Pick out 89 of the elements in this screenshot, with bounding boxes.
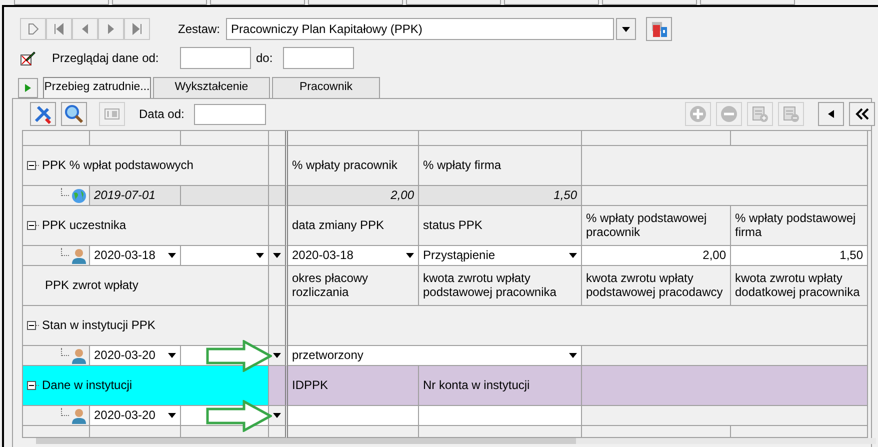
- search-icon: [64, 104, 84, 124]
- date-from-label: Data od:: [139, 106, 184, 123]
- date-filter-label: Przeglądaj dane od:: [52, 50, 160, 67]
- collapse-icon[interactable]: [27, 381, 40, 390]
- scroll-left-button[interactable]: [818, 102, 844, 126]
- tools-icon: [33, 104, 53, 124]
- dropdown-field[interactable]: Przystąpienie: [419, 246, 582, 266]
- caret-icon: [168, 353, 176, 358]
- new-record-button[interactable]: [20, 18, 46, 40]
- edit-filter-icon[interactable]: [20, 50, 36, 66]
- empty-cell: [269, 131, 288, 146]
- remove-button[interactable]: [716, 102, 742, 126]
- node-label: PPK % wpłat podstawowych: [42, 158, 194, 172]
- caret-icon[interactable]: [273, 353, 281, 358]
- skip-back-icon: [53, 23, 65, 35]
- previous-record-button[interactable]: [72, 18, 98, 40]
- person-icon: [71, 408, 87, 424]
- tab[interactable]: Wykształcenie: [153, 77, 270, 98]
- dropdown-field[interactable]: przetworzony: [288, 346, 582, 366]
- dropdown-field[interactable]: 2020-03-18: [288, 246, 419, 266]
- caret-icon: [569, 353, 577, 358]
- empty-cell: [269, 186, 288, 206]
- person-icon: [71, 248, 87, 264]
- table-cell: 1,50: [419, 186, 582, 206]
- search-button[interactable]: [61, 102, 87, 126]
- caret-icon: [622, 26, 630, 32]
- caret-icon: [168, 413, 176, 418]
- node-label: Stan w instytucji PPK: [42, 318, 156, 332]
- collapse-icon[interactable]: [27, 221, 40, 230]
- node-label: PPK zwrot wpłaty: [45, 278, 138, 292]
- collapse-icon[interactable]: [27, 321, 40, 330]
- add-button[interactable]: [685, 102, 711, 126]
- document-minus-icon: [782, 105, 800, 123]
- node-label: PPK uczestnika: [42, 218, 126, 232]
- last-record-button[interactable]: [124, 18, 150, 40]
- first-record-button[interactable]: [46, 18, 72, 40]
- caret-icon: [168, 253, 176, 258]
- tree-node[interactable]: PPK zwrot wpłaty: [23, 266, 269, 306]
- plus-circle-icon: [689, 105, 707, 123]
- caret-icon: [256, 253, 264, 258]
- play-icon: [25, 84, 31, 92]
- next-record-button[interactable]: [98, 18, 124, 40]
- triangle-left-icon: [828, 110, 834, 118]
- column-header: IDPPK: [288, 366, 419, 406]
- number-field[interactable]: 1,50: [731, 246, 868, 266]
- dropdown-button[interactable]: [616, 18, 636, 40]
- number-field[interactable]: 2,00: [582, 246, 731, 266]
- column-header: kwota zwrotu wpłaty podstawowej pracownika: [419, 266, 582, 306]
- expand-panel-button[interactable]: [18, 78, 38, 98]
- date-to-label: do:: [256, 50, 273, 67]
- caret-icon: [569, 253, 577, 258]
- add-document-button[interactable]: [747, 102, 773, 126]
- tab[interactable]: Przebieg zatrudnie...: [43, 77, 151, 98]
- input-field[interactable]: [288, 406, 419, 426]
- table-cell: 2019-07-01: [90, 186, 181, 206]
- date-from-field[interactable]: [180, 47, 251, 69]
- document-plus-icon: [751, 105, 769, 123]
- collapse-icon[interactable]: [27, 161, 40, 170]
- remove-document-button[interactable]: [778, 102, 804, 126]
- double-chevron-left-icon: [855, 108, 869, 120]
- skip-forward-icon: [131, 23, 143, 35]
- column-header: kwota zwrotu wpłaty podstawowej pracodawcy: [582, 266, 731, 306]
- set-combo-field[interactable]: Pracowniczy Plan Kapitałowy (PPK): [226, 18, 614, 40]
- minus-circle-icon: [720, 105, 738, 123]
- play-outline-icon: [27, 23, 39, 35]
- globe-icon: [71, 188, 87, 204]
- config-icon: [650, 20, 668, 38]
- date-to-field[interactable]: [282, 47, 354, 69]
- input-field[interactable]: [419, 406, 582, 426]
- person-icon: [71, 348, 87, 364]
- table-cell: 2,00: [288, 186, 419, 206]
- date-field[interactable]: [194, 104, 266, 124]
- tree-node[interactable]: Dane w instytucji: [23, 366, 269, 406]
- caret-icon[interactable]: [273, 253, 281, 258]
- date-dropdown[interactable]: 2020-03-20: [90, 406, 181, 426]
- date-dropdown[interactable]: 2020-03-20: [90, 346, 181, 366]
- date-dropdown[interactable]: 2020-03-18: [90, 246, 181, 266]
- caret-icon: [406, 253, 414, 258]
- set-label: Zestaw:: [178, 21, 220, 38]
- node-label: Dane w instytucji: [42, 378, 132, 392]
- collapse-button[interactable]: [849, 102, 875, 126]
- caret-icon[interactable]: [273, 413, 281, 418]
- tools-button[interactable]: [30, 102, 56, 126]
- horizontal-scrollbar[interactable]: [36, 438, 876, 444]
- column-header: Nr konta w instytucji: [419, 366, 582, 406]
- set-config-button[interactable]: [646, 17, 672, 41]
- tab[interactable]: Pracownik: [272, 77, 380, 98]
- column-header: okres płacowy rozliczania: [288, 266, 419, 306]
- column-header: kwota zwrotu wpłaty dodatkowej pracownika: [731, 266, 868, 306]
